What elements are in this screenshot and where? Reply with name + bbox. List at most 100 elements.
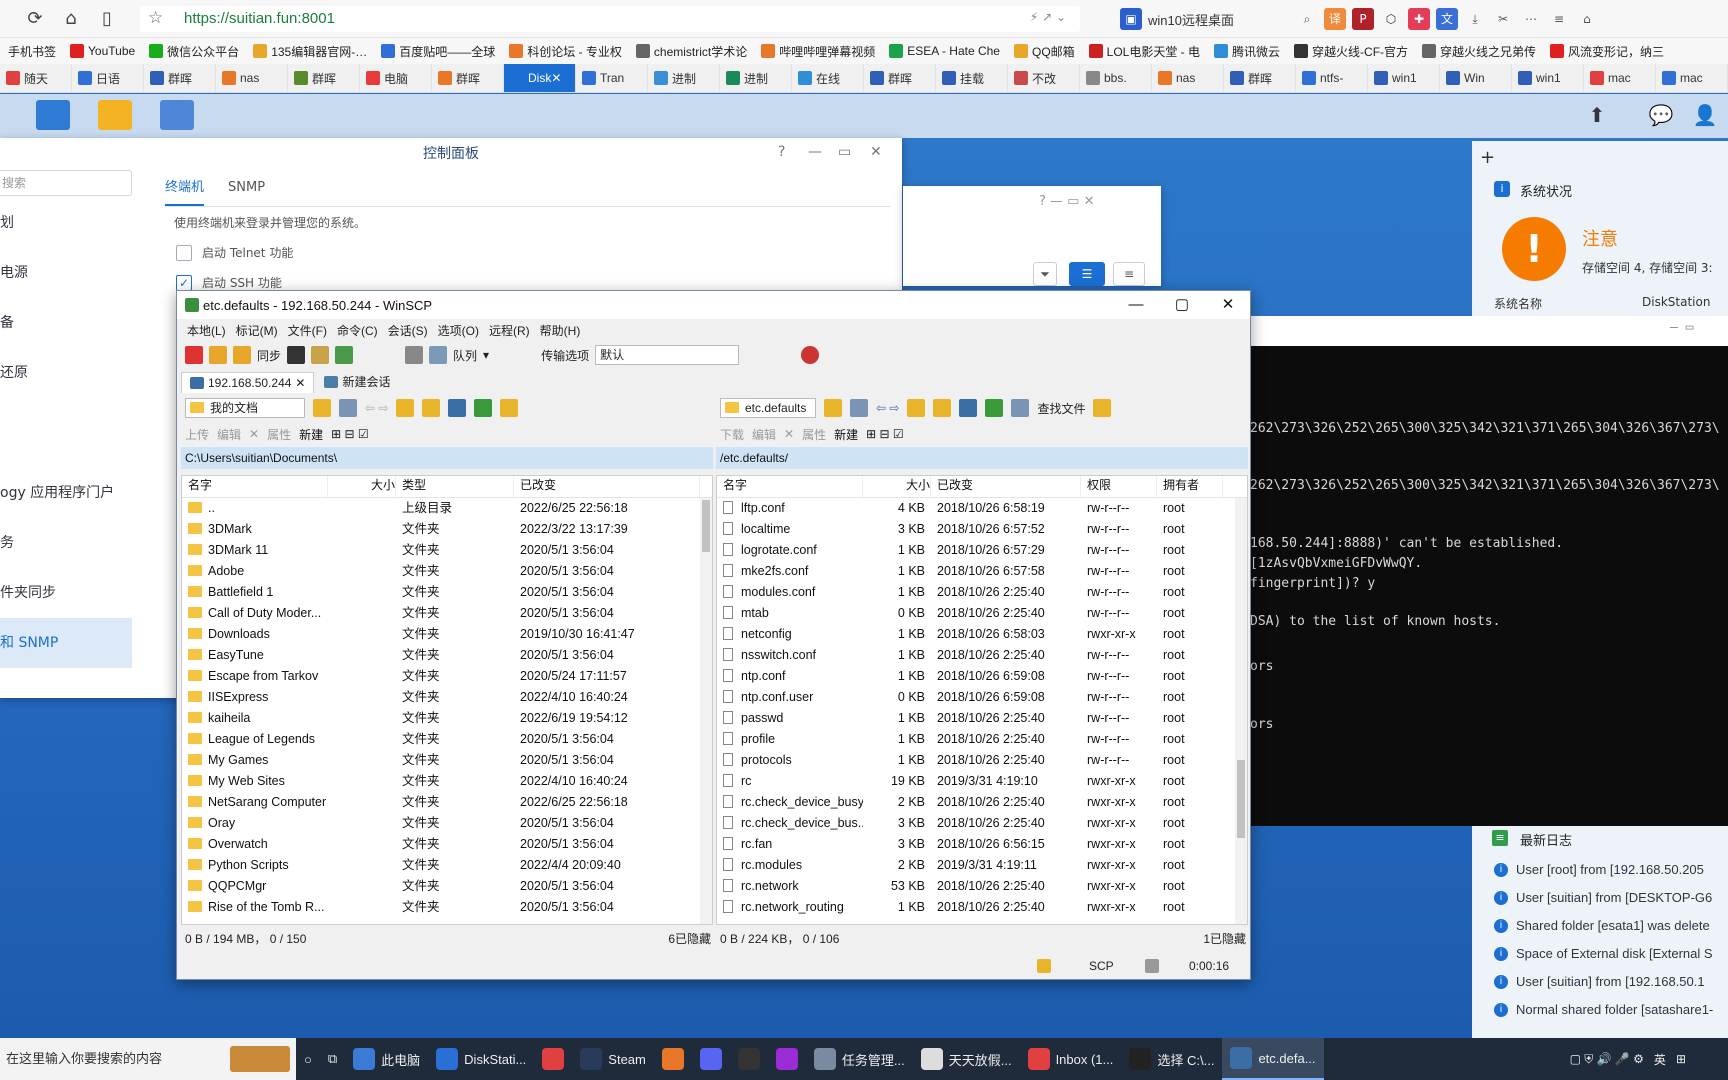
upload-icon[interactable]: ⬆: [1584, 102, 1610, 128]
filter-icon[interactable]: ⏷: [1033, 262, 1057, 286]
queue-label[interactable]: 队列: [453, 347, 477, 364]
close-tab-icon[interactable]: ✕: [295, 376, 305, 390]
parent-folder-icon[interactable]: [907, 399, 926, 417]
home-folder-icon[interactable]: [959, 399, 978, 417]
log-item[interactable]: i User [suitian] from [192.168.50.1: [1494, 974, 1705, 989]
parent-folder-icon[interactable]: [396, 399, 415, 417]
list-view-icon[interactable]: ☰: [1069, 262, 1105, 286]
file-row[interactable]: rc.fan 3 KB 2018/10/26 6:56:15 rwxr-xr-x roo…: [717, 834, 1247, 855]
pdf-icon[interactable]: P: [1351, 8, 1374, 30]
bookmark-item[interactable]: 哔哩哔哩弹幕视频: [761, 43, 875, 60]
taskbar-app[interactable]: [692, 1038, 730, 1080]
local-scrollbar[interactable]: [700, 498, 712, 924]
taskbar-search-input[interactable]: 在这里输入你要搜索的内容: [0, 1038, 296, 1080]
browser-tab[interactable]: mac: [1656, 64, 1728, 92]
file-row[interactable]: Downloads 文件夹 2019/10/30 16:41:47: [182, 624, 712, 645]
menu-item[interactable]: 会话(S): [388, 322, 428, 339]
taskbar-app[interactable]: [654, 1038, 692, 1080]
bookmark-item[interactable]: QQ邮箱: [1013, 43, 1075, 60]
column-header[interactable]: 大小: [863, 476, 931, 497]
file-row[interactable]: rc.network 53 KB 2018/10/26 2:25:40 rwxr-xr…: [717, 876, 1247, 897]
bookmark-item[interactable]: 腾讯微云: [1214, 43, 1280, 60]
sidebar-item[interactable]: 和 SNMP: [0, 618, 132, 668]
file-row[interactable]: 3DMark 文件夹 2022/3/22 13:17:39: [182, 519, 712, 540]
browser-tab[interactable]: 电脑: [360, 64, 432, 92]
file-row[interactable]: .. 上级目录 2022/6/25 22:56:18: [182, 498, 712, 519]
column-header[interactable]: 类型: [396, 476, 514, 497]
tree-icon[interactable]: [500, 399, 519, 417]
expand-icon[interactable]: ⊞ ⊟ ☑: [866, 427, 904, 441]
file-row[interactable]: Python Scripts 文件夹 2022/4/4 20:09:40: [182, 855, 712, 876]
remote-desktop-icon[interactable]: ▣: [1120, 8, 1142, 30]
ime-indicator[interactable]: 英: [1654, 1051, 1666, 1068]
taskbar-app[interactable]: [534, 1038, 572, 1080]
translate2-icon[interactable]: 文: [1435, 8, 1458, 30]
bookmark-item[interactable]: 科创论坛 - 专业权: [509, 43, 622, 60]
file-row[interactable]: Adobe 文件夹 2020/5/1 3:56:04: [182, 561, 712, 582]
browser-tab[interactable]: 群晖: [144, 64, 216, 92]
new-session-tab[interactable]: 新建会话: [316, 370, 398, 393]
star-icon[interactable]: ☆: [148, 8, 163, 28]
queue-icon[interactable]: [429, 346, 448, 364]
file-row[interactable]: ntp.conf.user 0 KB 2018/10/26 6:59:08 rw-r-…: [717, 687, 1247, 708]
column-header[interactable]: 名字: [717, 476, 863, 497]
browser-tab[interactable]: Disk ✕: [504, 64, 576, 92]
file-row[interactable]: rc.network_routing 1 KB 2018/10/26 2:25:40…: [717, 897, 1247, 918]
url-text[interactable]: https://suitian.fun:8001: [184, 10, 335, 27]
download-button[interactable]: 下载: [720, 426, 744, 443]
menu-item[interactable]: 命令(C): [337, 322, 378, 339]
browser-tab[interactable]: 群晖: [288, 64, 360, 92]
menu-icon[interactable]: ≡: [1548, 8, 1570, 30]
file-row[interactable]: IISExpress 文件夹 2022/4/10 16:40:24: [182, 687, 712, 708]
checkbox-box[interactable]: [176, 244, 192, 261]
taskbar-app[interactable]: [730, 1038, 768, 1080]
file-row[interactable]: League of Legends 文件夹 2020/5/1 3:56:04: [182, 729, 712, 750]
putty-icon[interactable]: [311, 346, 330, 364]
browser-tab[interactable]: Tran: [576, 64, 648, 92]
more-icon[interactable]: ⋯: [1520, 8, 1542, 30]
transfer-select[interactable]: 默认: [595, 345, 740, 365]
home-icon[interactable]: ⌂: [60, 8, 82, 30]
bookmark-item[interactable]: 微信公众平台: [149, 43, 239, 60]
props-button[interactable]: 属性: [267, 426, 291, 443]
url-actions-icon[interactable]: ⚡ ↗ ⌄: [1030, 10, 1066, 24]
browser-tab[interactable]: 群晖: [864, 64, 936, 92]
browser-tab[interactable]: 不改: [1008, 64, 1080, 92]
root-folder-icon[interactable]: [422, 399, 441, 417]
file-row[interactable]: kaiheila 文件夹 2022/6/19 19:54:12: [182, 708, 712, 729]
minimize-icon[interactable]: —: [808, 144, 822, 160]
log-item[interactable]: i User [root] from [192.168.50.205: [1494, 862, 1704, 877]
bookmark-item[interactable]: 穿越火线之兄弟传: [1422, 43, 1536, 60]
sidebar-item[interactable]: ogy 应用程序门户: [0, 468, 140, 518]
compare-icon[interactable]: [185, 346, 203, 364]
back-icon[interactable]: ⇦ ⇨: [365, 401, 388, 415]
file-row[interactable]: QQPCMgr 文件夹 2020/5/1 3:56:04: [182, 876, 712, 897]
bookmark-item[interactable]: ESEA - Hate Che: [889, 44, 1000, 58]
taskbar-app[interactable]: Steam: [572, 1038, 654, 1080]
address-bar[interactable]: ☆ https://suitian.fun:8001 ⚡ ↗ ⌄: [140, 6, 1080, 32]
menu-item[interactable]: 帮助(H): [540, 322, 581, 339]
bookmark-item[interactable]: 穿越火线-CF-官方: [1294, 43, 1408, 60]
taskbar-app[interactable]: [768, 1038, 806, 1080]
browser-tab[interactable]: 群晖: [1224, 64, 1296, 92]
file-row[interactable]: logrotate.conf 1 KB 2018/10/26 6:57:29 rw-r…: [717, 540, 1247, 561]
search-input[interactable]: 搜索: [0, 170, 132, 196]
column-header[interactable]: 已改变: [931, 476, 1081, 497]
add-icon[interactable]: +: [1480, 147, 1495, 168]
file-row[interactable]: Rise of the Tomb R... 文件夹 2020/5/1 3:56:04: [182, 897, 712, 918]
browser-tab[interactable]: 在线: [792, 64, 864, 92]
file-row[interactable]: lftp.conf 4 KB 2018/10/26 6:58:19 rw-r--r--…: [717, 498, 1247, 519]
file-row[interactable]: Oray 文件夹 2020/5/1 3:56:04: [182, 813, 712, 834]
browser-tab[interactable]: 挂载: [936, 64, 1008, 92]
browser-tab[interactable]: nas: [216, 64, 288, 92]
site-label[interactable]: win10远程桌面: [1148, 10, 1234, 29]
file-row[interactable]: NetSarang Computer 文件夹 2022/6/25 22:56:18: [182, 792, 712, 813]
close-tab-icon[interactable]: ✕: [551, 71, 561, 85]
filter-icon[interactable]: [850, 399, 868, 417]
new-button[interactable]: 新建: [834, 426, 858, 443]
browser-tab[interactable]: 日语: [72, 64, 144, 92]
detail-view-icon[interactable]: ≡: [1113, 262, 1145, 286]
folders-icon[interactable]: [209, 346, 227, 364]
shopping-icon[interactable]: ⌂: [1576, 8, 1598, 30]
file-row[interactable]: rc 19 KB 2019/3/31 4:19:10 rwxr-xr-x root: [717, 771, 1247, 792]
